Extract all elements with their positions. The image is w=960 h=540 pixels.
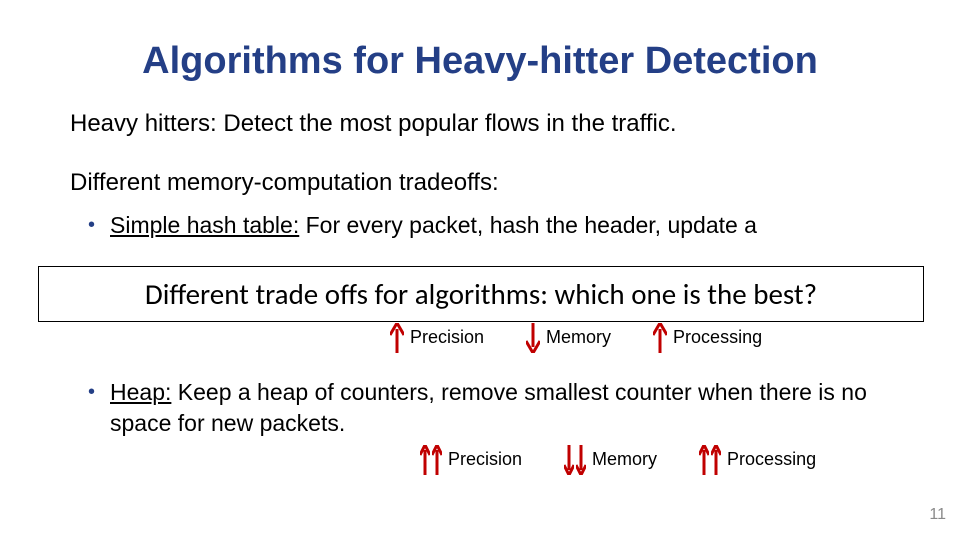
metric-label: Processing xyxy=(673,326,762,349)
bullet-text: Heap: Keep a heap of counters, remove sm… xyxy=(110,379,867,436)
arrow-up-icon xyxy=(653,323,667,353)
metric-label: Precision xyxy=(448,448,522,471)
double-arrow-down-icon xyxy=(564,445,586,475)
arrow-up-icon xyxy=(390,323,404,353)
metric-precision: Precision xyxy=(390,323,484,353)
metric-memory: Memory xyxy=(564,445,657,475)
bullet-label: Simple hash table: xyxy=(110,212,299,238)
metrics-row-heap: Precision Memory Pro xyxy=(420,445,890,475)
bullet-hash-table: • Simple hash table: For every packet, h… xyxy=(110,210,890,241)
bullet-label: Heap: xyxy=(110,379,171,405)
metrics-row-sketch: Precision Memory Processing xyxy=(390,323,890,353)
bullet-dot-icon: • xyxy=(88,212,95,238)
bullet-dot-icon: • xyxy=(88,379,95,405)
metric-processing: Processing xyxy=(699,445,816,475)
slide-title: Algorithms for Heavy-hitter Detection xyxy=(0,40,960,83)
double-arrow-up-icon xyxy=(420,445,442,475)
bullet-heap: • Heap: Keep a heap of counters, remove … xyxy=(110,377,890,475)
tradeoffs-heading: Different memory-computation tradeoffs: xyxy=(70,167,890,198)
double-arrow-up-icon xyxy=(699,445,721,475)
intro-text: Heavy hitters: Detect the most popular f… xyxy=(70,108,890,139)
metric-processing: Processing xyxy=(653,323,762,353)
bullet-text: Simple hash table: For every packet, has… xyxy=(110,212,757,238)
page-number: 11 xyxy=(929,506,946,524)
slide: Algorithms for Heavy-hitter Detection He… xyxy=(0,0,960,540)
metric-label: Memory xyxy=(592,448,657,471)
metric-label: Processing xyxy=(727,448,816,471)
metric-label: Precision xyxy=(410,326,484,349)
metric-precision: Precision xyxy=(420,445,522,475)
bullet-list: • Simple hash table: For every packet, h… xyxy=(110,210,890,475)
metric-label: Memory xyxy=(546,326,611,349)
arrow-down-icon xyxy=(526,323,540,353)
overlay-box: Different trade offs for algorithms: whi… xyxy=(38,266,924,322)
metric-memory: Memory xyxy=(526,323,611,353)
overlay-text: Different trade offs for algorithms: whi… xyxy=(145,276,817,312)
